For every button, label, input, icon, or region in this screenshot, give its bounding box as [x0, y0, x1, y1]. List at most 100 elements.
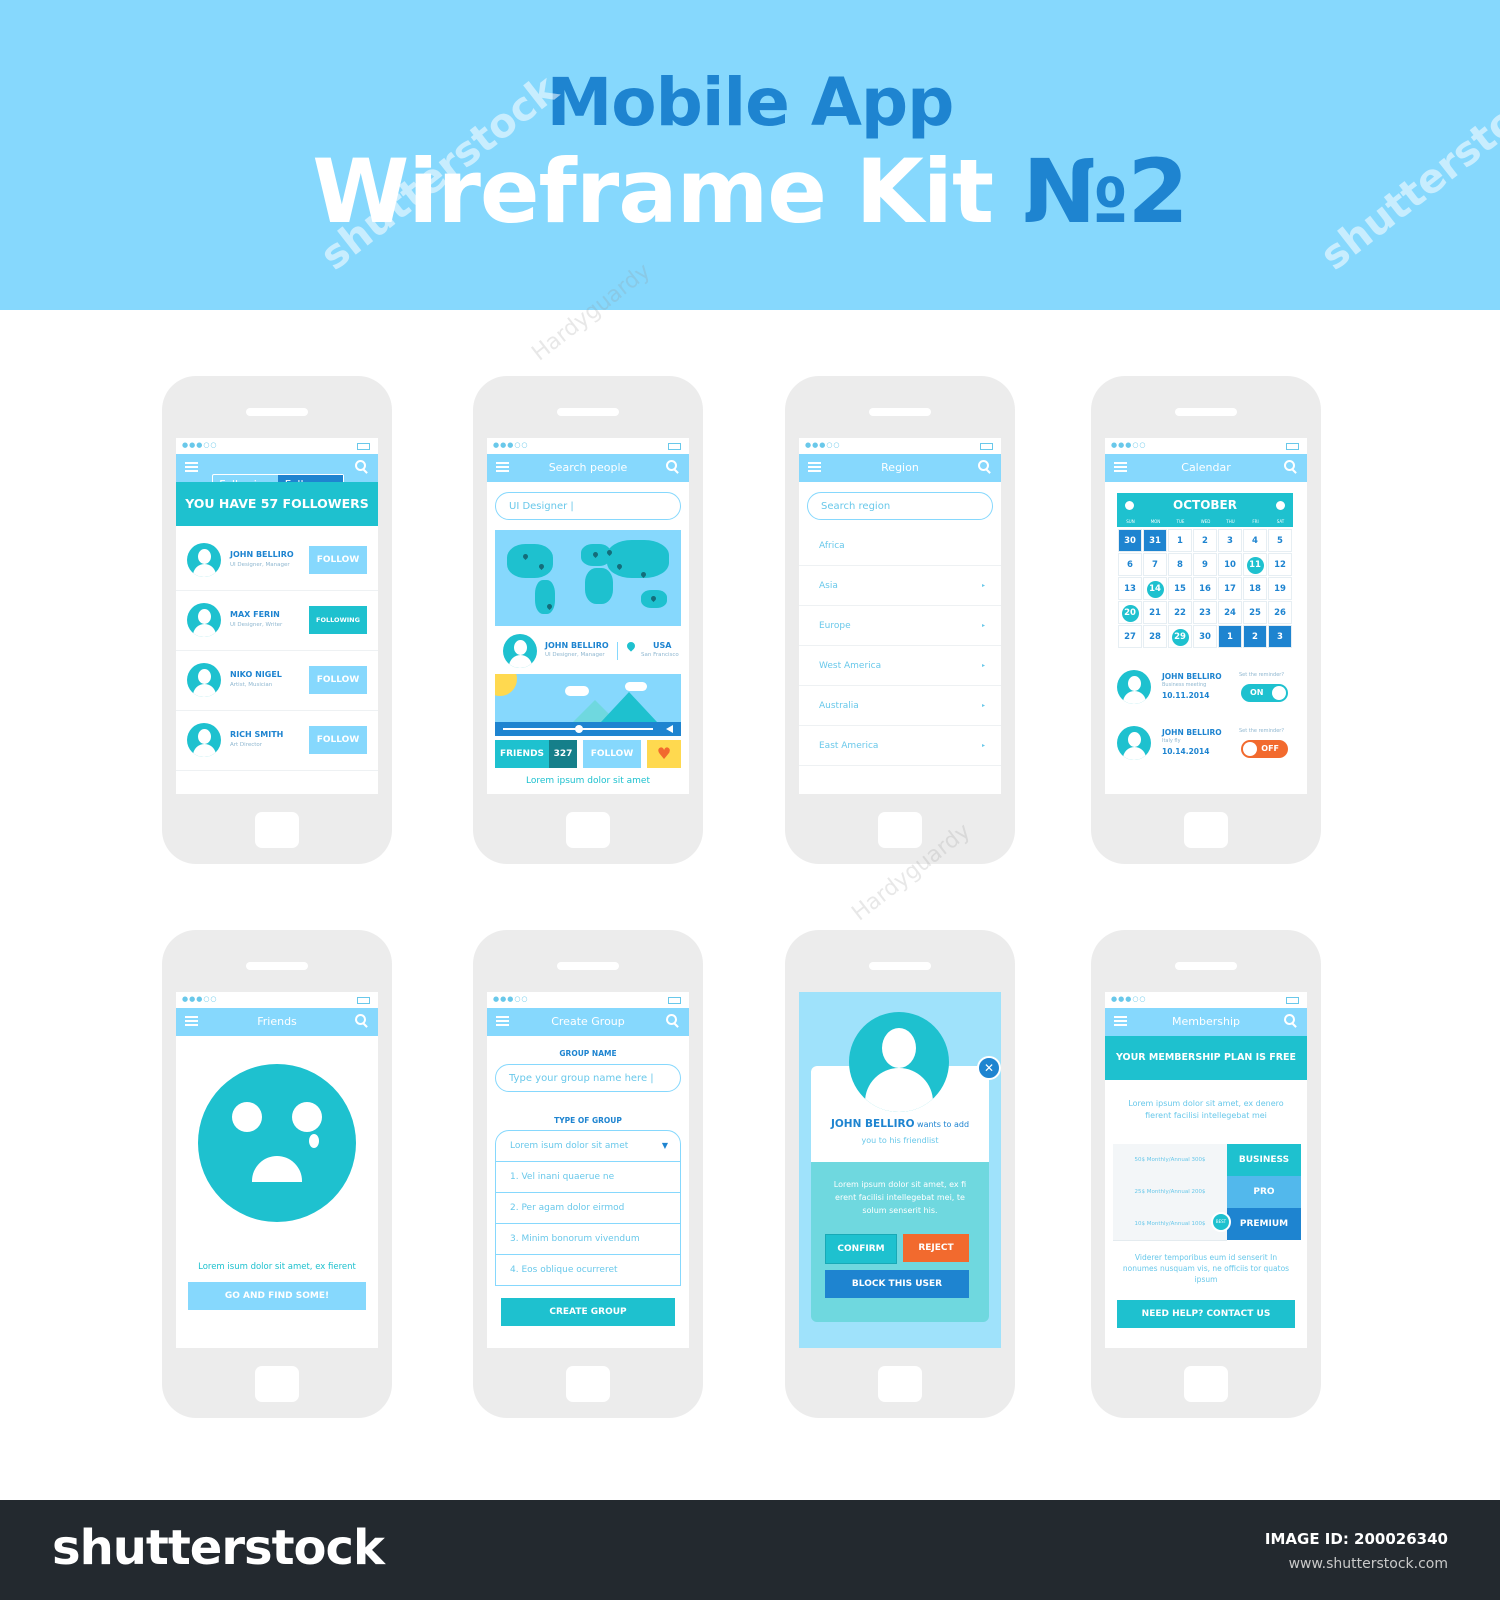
calendar-day[interactable]: 21	[1143, 601, 1167, 624]
search-icon[interactable]	[1284, 1014, 1298, 1028]
group-type-option[interactable]: 1. Vel inani quaerue ne	[495, 1161, 681, 1193]
region-item[interactable]: Africa	[799, 526, 1001, 566]
following-button[interactable]: FOLLOWING	[309, 606, 367, 634]
reminder-toggle[interactable]: OFF	[1241, 740, 1288, 758]
heart-icon[interactable]: ♥	[647, 740, 681, 768]
user-avatar-icon[interactable]	[1117, 726, 1151, 760]
group-type-select[interactable]: Lorem isum dolor sit amet ▼	[495, 1130, 681, 1162]
region-item[interactable]: West America ▸	[799, 646, 1001, 686]
follower-name[interactable]: JOHN BELLIRO	[230, 550, 294, 559]
user-avatar-icon[interactable]	[1117, 670, 1151, 704]
calendar-day[interactable]: 18	[1243, 577, 1267, 600]
follower-name[interactable]: MAX FERIN	[230, 610, 280, 619]
follower-name[interactable]: NIKO NIGEL	[230, 670, 282, 679]
search-icon[interactable]	[978, 460, 992, 474]
group-type-option[interactable]: 2. Per agam dolor eirmod	[495, 1192, 681, 1224]
group-name-input[interactable]: Type your group name here |	[495, 1064, 681, 1092]
people-search-input[interactable]: UI Designer |	[495, 492, 681, 520]
calendar-day[interactable]: 22	[1168, 601, 1192, 624]
world-map[interactable]	[495, 530, 681, 626]
reject-button[interactable]: REJECT	[903, 1234, 969, 1262]
requester-name[interactable]: JOHN BELLIRO	[831, 1118, 915, 1130]
calendar-day[interactable]: 1	[1218, 625, 1242, 648]
follow-button[interactable]: FOLLOW	[309, 546, 367, 574]
calendar-day[interactable]: 3	[1268, 625, 1292, 648]
home-button[interactable]	[1184, 812, 1228, 848]
search-icon[interactable]	[666, 1014, 680, 1028]
region-item[interactable]: East America ▸	[799, 726, 1001, 766]
user-name[interactable]: JOHN BELLIRO	[545, 641, 609, 650]
follower-name[interactable]: RICH SMITH	[230, 730, 283, 739]
calendar-day[interactable]: 26	[1268, 601, 1292, 624]
calendar-day[interactable]: 13	[1118, 577, 1142, 600]
home-button[interactable]	[255, 1366, 299, 1402]
calendar-day[interactable]: 10	[1218, 553, 1242, 576]
calendar-day[interactable]: 11	[1243, 553, 1267, 576]
find-friends-button[interactable]: GO AND FIND SOME!	[188, 1282, 366, 1310]
user-avatar-icon[interactable]	[503, 634, 537, 668]
follow-button[interactable]: FOLLOW	[309, 726, 367, 754]
calendar-day[interactable]: 28	[1143, 625, 1167, 648]
confirm-button[interactable]: CONFIRM	[825, 1234, 897, 1264]
volume-icon[interactable]	[666, 725, 673, 733]
create-group-button[interactable]: CREATE GROUP	[501, 1298, 675, 1326]
calendar-day[interactable]: 8	[1168, 553, 1192, 576]
home-button[interactable]	[566, 1366, 610, 1402]
calendar-day[interactable]: 7	[1143, 553, 1167, 576]
calendar-day[interactable]: 6	[1118, 553, 1142, 576]
user-avatar-icon[interactable]	[187, 543, 221, 577]
user-avatar-icon[interactable]	[187, 663, 221, 697]
region-item[interactable]: Asia ▸	[799, 566, 1001, 606]
calendar-day[interactable]: 19	[1268, 577, 1292, 600]
reminder-name[interactable]: JOHN BELLIRO	[1162, 728, 1222, 737]
calendar-day[interactable]: 2	[1193, 529, 1217, 552]
calendar-day[interactable]: 4	[1243, 529, 1267, 552]
calendar-day[interactable]: 31	[1143, 529, 1167, 552]
region-item[interactable]: Europe ▸	[799, 606, 1001, 646]
region-item[interactable]: Australia ▸	[799, 686, 1001, 726]
calendar-day[interactable]: 5	[1268, 529, 1292, 552]
calendar-day[interactable]: 12	[1268, 553, 1292, 576]
region-search-input[interactable]: Search region	[807, 492, 993, 520]
calendar-day[interactable]: 15	[1168, 577, 1192, 600]
block-user-button[interactable]: BLOCK THIS USER	[825, 1270, 969, 1298]
calendar-day[interactable]: 1	[1168, 529, 1192, 552]
user-avatar-icon[interactable]	[187, 603, 221, 637]
calendar-day[interactable]: 17	[1218, 577, 1242, 600]
plan-name-button[interactable]: PREMIUM	[1227, 1208, 1301, 1240]
follow-button[interactable]: FOLLOW	[583, 740, 641, 768]
reminder-toggle[interactable]: ON	[1241, 684, 1288, 702]
home-button[interactable]	[255, 812, 299, 848]
progress-knob[interactable]	[575, 725, 583, 733]
plan-name-button[interactable]: PRO	[1227, 1176, 1301, 1208]
next-month-button[interactable]	[1276, 501, 1285, 510]
contact-us-button[interactable]: NEED HELP? CONTACT US	[1117, 1300, 1295, 1328]
search-icon[interactable]	[355, 460, 369, 474]
friends-label[interactable]: FRIENDS	[495, 740, 549, 768]
group-type-option[interactable]: 4. Eos oblique ocurreret	[495, 1254, 681, 1286]
home-button[interactable]	[1184, 1366, 1228, 1402]
calendar-day[interactable]: 3	[1218, 529, 1242, 552]
home-button[interactable]	[878, 812, 922, 848]
calendar-day[interactable]: 2	[1243, 625, 1267, 648]
search-icon[interactable]	[1284, 460, 1298, 474]
hamburger-menu-icon[interactable]	[185, 462, 198, 473]
calendar-day[interactable]: 9	[1193, 553, 1217, 576]
calendar-day[interactable]: 14	[1143, 577, 1167, 600]
media-player[interactable]	[495, 674, 681, 736]
calendar-day[interactable]: 27	[1118, 625, 1142, 648]
calendar-day[interactable]: 20	[1118, 601, 1142, 624]
close-icon[interactable]: ✕	[977, 1056, 1001, 1080]
search-icon[interactable]	[355, 1014, 369, 1028]
calendar-day[interactable]: 25	[1243, 601, 1267, 624]
calendar-day[interactable]: 30	[1193, 625, 1217, 648]
user-avatar-icon[interactable]	[187, 723, 221, 757]
calendar-day[interactable]: 23	[1193, 601, 1217, 624]
calendar-day[interactable]: 24	[1218, 601, 1242, 624]
search-icon[interactable]	[666, 460, 680, 474]
prev-month-button[interactable]	[1125, 501, 1134, 510]
calendar-day[interactable]: 29	[1168, 625, 1192, 648]
reminder-name[interactable]: JOHN BELLIRO	[1162, 672, 1222, 681]
follow-button[interactable]: FOLLOW	[309, 666, 367, 694]
calendar-day[interactable]: 16	[1193, 577, 1217, 600]
